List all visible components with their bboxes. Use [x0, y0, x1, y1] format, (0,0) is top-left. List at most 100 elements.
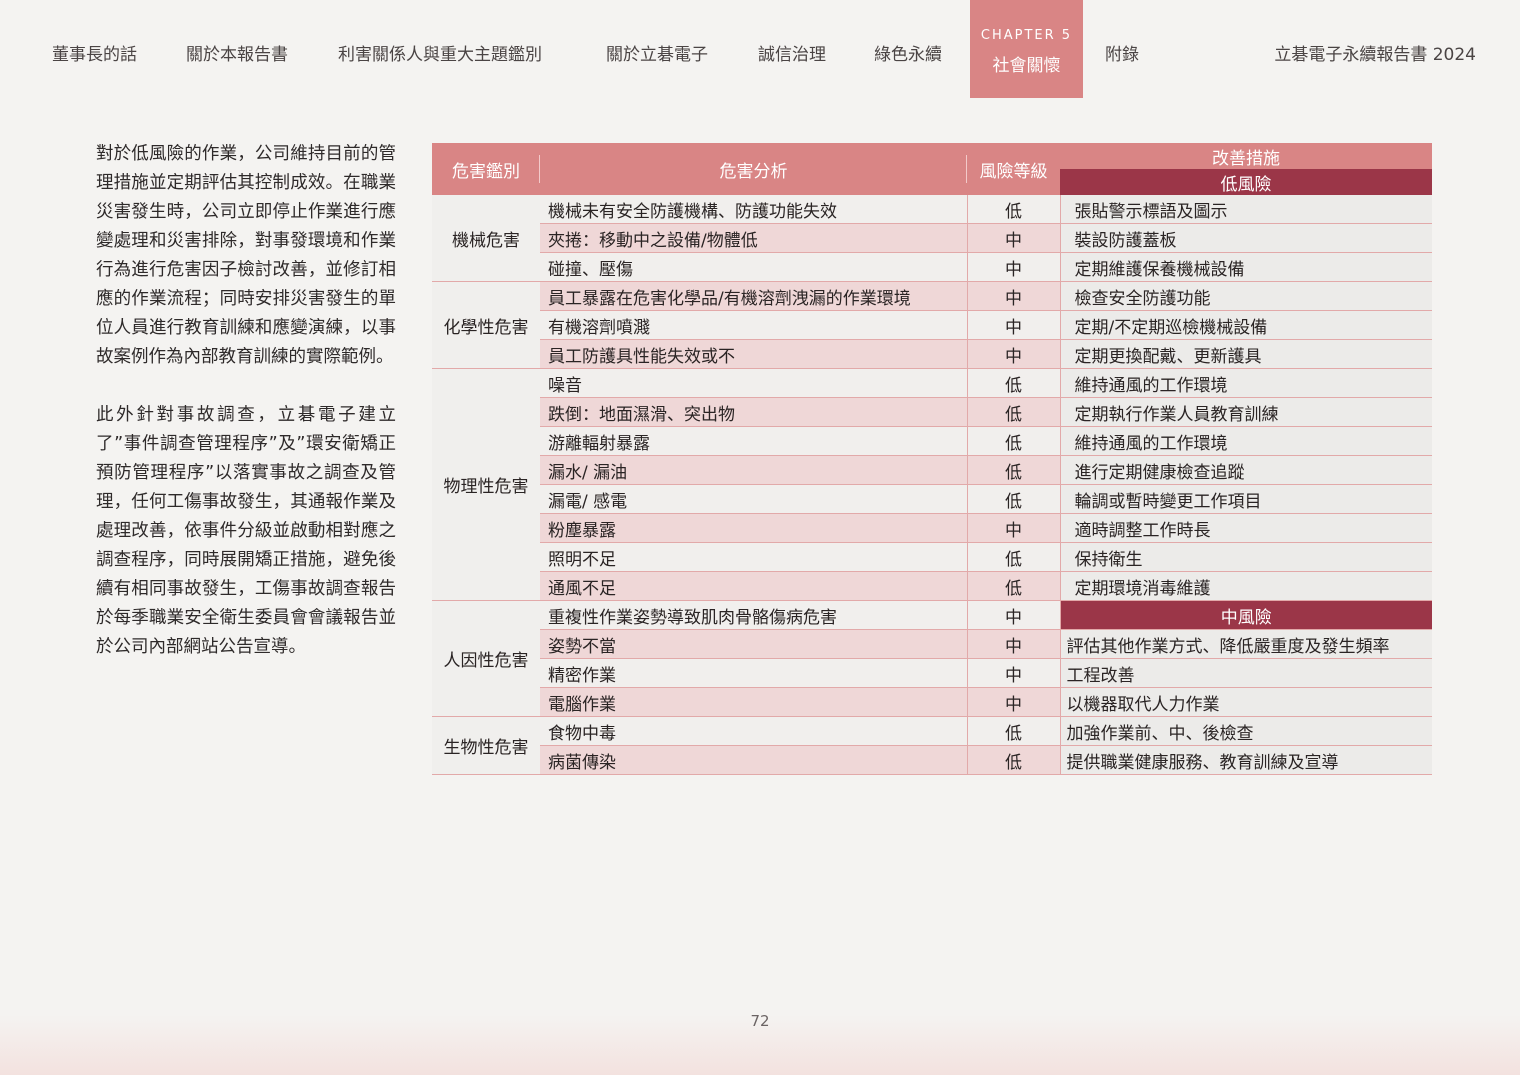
level-cell: 低: [967, 542, 1061, 572]
analysis-cell: 跌倒：地面濕滑、突出物: [540, 397, 968, 427]
level-cell: 低: [967, 397, 1061, 427]
measure-cell: 提供職業健康服務、教育訓練及宣導: [1060, 745, 1432, 775]
measure-cell: 加強作業前、中、後檢查: [1060, 716, 1432, 746]
level-cell: 低: [967, 368, 1061, 398]
level-cell: 中: [967, 513, 1061, 543]
measure-cell: 定期更換配戴、更新護具: [1060, 339, 1432, 369]
header-category: 危害鑑別: [432, 143, 540, 195]
hazard-risk-table: 危害鑑別 危害分析 風險等級 改善措施 低風險 機械危害 機械未有安全防護機構、…: [432, 143, 1432, 775]
table-row: 有機溶劑噴濺 中 定期/不定期巡檢機械設備: [432, 310, 1432, 340]
low-risk-band: 低風險: [1060, 169, 1432, 195]
table-row: 化學性危害 員工暴露在危害化學品/有機溶劑洩漏的作業環境 中 檢查安全防護功能: [432, 281, 1432, 369]
measure-cell: 工程改善: [1060, 658, 1432, 688]
nav-item-appendix[interactable]: 附錄: [1105, 40, 1139, 65]
table-row: 夾捲：移動中之設備/物體低 中 裝設防護蓋板: [432, 223, 1432, 253]
analysis-cell: 病菌傳染: [540, 745, 968, 775]
measure-cell: 維持通風的工作環境: [1060, 368, 1432, 398]
level-cell: 中: [967, 600, 1061, 630]
table-row: 游離輻射暴露 低 維持通風的工作環境: [432, 426, 1432, 456]
table-row: 精密作業 中 工程改善: [432, 658, 1432, 688]
table-row: 人因性危害 重複性作業姿勢導致肌肉骨骼傷病危害 中 中風險: [432, 600, 1432, 717]
level-cell: 中: [967, 629, 1061, 659]
level-cell: 中: [967, 310, 1061, 340]
category-physical: 物理性危害: [432, 368, 540, 601]
nav-item-stakeholders[interactable]: 利害關係人與重大主題鑑別: [338, 40, 542, 65]
analysis-cell: 噪音: [540, 368, 968, 398]
category-human-factors: 人因性危害: [432, 600, 540, 717]
chapter-label: CHAPTER 5: [980, 28, 1073, 43]
level-cell: 中: [967, 223, 1061, 253]
top-navigation: 董事長的話 關於本報告書 利害關係人與重大主題鑑別 關於立碁電子 誠信治理 綠色…: [0, 0, 1520, 100]
measure-cell: 適時調整工作時長: [1060, 513, 1432, 543]
analysis-cell: 電腦作業: [540, 687, 968, 717]
table-row: 員工防護具性能失效或不 中 定期更換配戴、更新護具: [432, 339, 1432, 369]
analysis-cell: 精密作業: [540, 658, 968, 688]
analysis-cell: 照明不足: [540, 542, 968, 572]
measure-cell: 評估其他作業方式、降低嚴重度及發生頻率: [1060, 629, 1432, 659]
table-row: 照明不足 低 保持衛生: [432, 542, 1432, 572]
measure-cell: 輪調或暫時變更工作項目: [1060, 484, 1432, 514]
analysis-cell: 員工防護具性能失效或不: [540, 339, 968, 369]
table-row: 漏水/ 漏油 低 進行定期健康檢查追蹤: [432, 455, 1432, 485]
level-cell: 低: [967, 745, 1061, 775]
analysis-cell: 夾捲：移動中之設備/物體低: [540, 223, 968, 253]
analysis-cell: 漏水/ 漏油: [540, 455, 968, 485]
table-row: 姿勢不當 中 評估其他作業方式、降低嚴重度及發生頻率: [432, 629, 1432, 659]
measure-cell: 定期維護保養機械設備: [1060, 252, 1432, 282]
paragraph-accident-investigation: 此外針對事故調查，立碁電子建立了”事件調查管理程序”及”環安衛矯正預防管理程序”…: [96, 405, 396, 657]
measure-cell: 定期/不定期巡檢機械設備: [1060, 310, 1432, 340]
analysis-cell: 員工暴露在危害化學品/有機溶劑洩漏的作業環境: [540, 281, 968, 311]
level-cell: 中: [967, 339, 1061, 369]
measure-cell: 進行定期健康檢查追蹤: [1060, 455, 1432, 485]
level-cell: 低: [967, 455, 1061, 485]
category-chemical: 化學性危害: [432, 281, 540, 369]
level-cell: 低: [967, 571, 1061, 601]
level-cell: 中: [967, 658, 1061, 688]
table-row: 電腦作業 中 以機器取代人力作業: [432, 687, 1432, 717]
chapter-title: 社會關懷: [992, 56, 1061, 76]
table-row: 粉塵暴露 中 適時調整工作時長: [432, 513, 1432, 543]
page-number: 72: [750, 1012, 770, 1030]
analysis-cell: 漏電/ 感電: [540, 484, 968, 514]
paragraph-low-risk: 對於低風險的作業，公司維持目前的管理措施並定期評估其控制成效。在職業災害發生時，…: [96, 144, 396, 367]
level-cell: 低: [967, 716, 1061, 746]
nav-item-about-company[interactable]: 關於立碁電子: [606, 40, 708, 65]
category-biological: 生物性危害: [432, 716, 540, 775]
table-row: 機械危害 機械未有安全防護機構、防護功能失效 低 張貼警示標語及圖示: [432, 195, 1432, 282]
header-level: 風險等級: [967, 143, 1060, 195]
table-row: 生物性危害 食物中毒 低 加強作業前、中、後檢查: [432, 716, 1432, 775]
level-cell: 中: [967, 281, 1061, 311]
analysis-cell: 有機溶劑噴濺: [540, 310, 968, 340]
report-title: 立碁電子永續報告書 2024: [1274, 45, 1476, 65]
mid-risk-band: 中風險: [1060, 600, 1432, 630]
measure-cell: 保持衛生: [1060, 542, 1432, 572]
nav-item-green[interactable]: 綠色永續: [874, 40, 942, 65]
category-mechanical: 機械危害: [432, 195, 540, 282]
table-row: 物理性危害 噪音 低 維持通風的工作環境: [432, 368, 1432, 601]
analysis-cell: 食物中毒: [540, 716, 968, 746]
analysis-cell: 碰撞、壓傷: [540, 252, 968, 282]
header-analysis: 危害分析: [540, 143, 967, 195]
table-row: 病菌傳染 低 提供職業健康服務、教育訓練及宣導: [432, 745, 1432, 775]
analysis-cell: 姿勢不當: [540, 629, 968, 659]
nav-item-integrity[interactable]: 誠信治理: [758, 40, 826, 65]
level-cell: 低: [967, 426, 1061, 456]
analysis-cell: 游離輻射暴露: [540, 426, 968, 456]
level-cell: 中: [967, 252, 1061, 282]
nav-item-about-report[interactable]: 關於本報告書: [186, 40, 288, 65]
measure-cell: 以機器取代人力作業: [1060, 687, 1432, 717]
table-row: 碰撞、壓傷 中 定期維護保養機械設備: [432, 252, 1432, 282]
body-text: 對於低風險的作業，公司維持目前的管理措施並定期評估其控制成效。在職業災害發生時，…: [96, 140, 396, 691]
measure-cell: 檢查安全防護功能: [1060, 281, 1432, 311]
nav-item-chairman-message[interactable]: 董事長的話: [52, 40, 137, 65]
nav-item-social-care-active[interactable]: CHAPTER 5 社會關懷: [970, 0, 1083, 98]
table-row: 跌倒：地面濕滑、突出物 低 定期執行作業人員教育訓練: [432, 397, 1432, 427]
analysis-cell: 通風不足: [540, 571, 968, 601]
level-cell: 低: [967, 484, 1061, 514]
level-cell: 低: [967, 195, 1061, 224]
analysis-cell: 重複性作業姿勢導致肌肉骨骼傷病危害: [540, 600, 968, 630]
analysis-cell: 粉塵暴露: [540, 513, 968, 543]
level-cell: 中: [967, 687, 1061, 717]
measure-cell: 定期執行作業人員教育訓練: [1060, 397, 1432, 427]
analysis-cell: 機械未有安全防護機構、防護功能失效: [540, 195, 968, 224]
